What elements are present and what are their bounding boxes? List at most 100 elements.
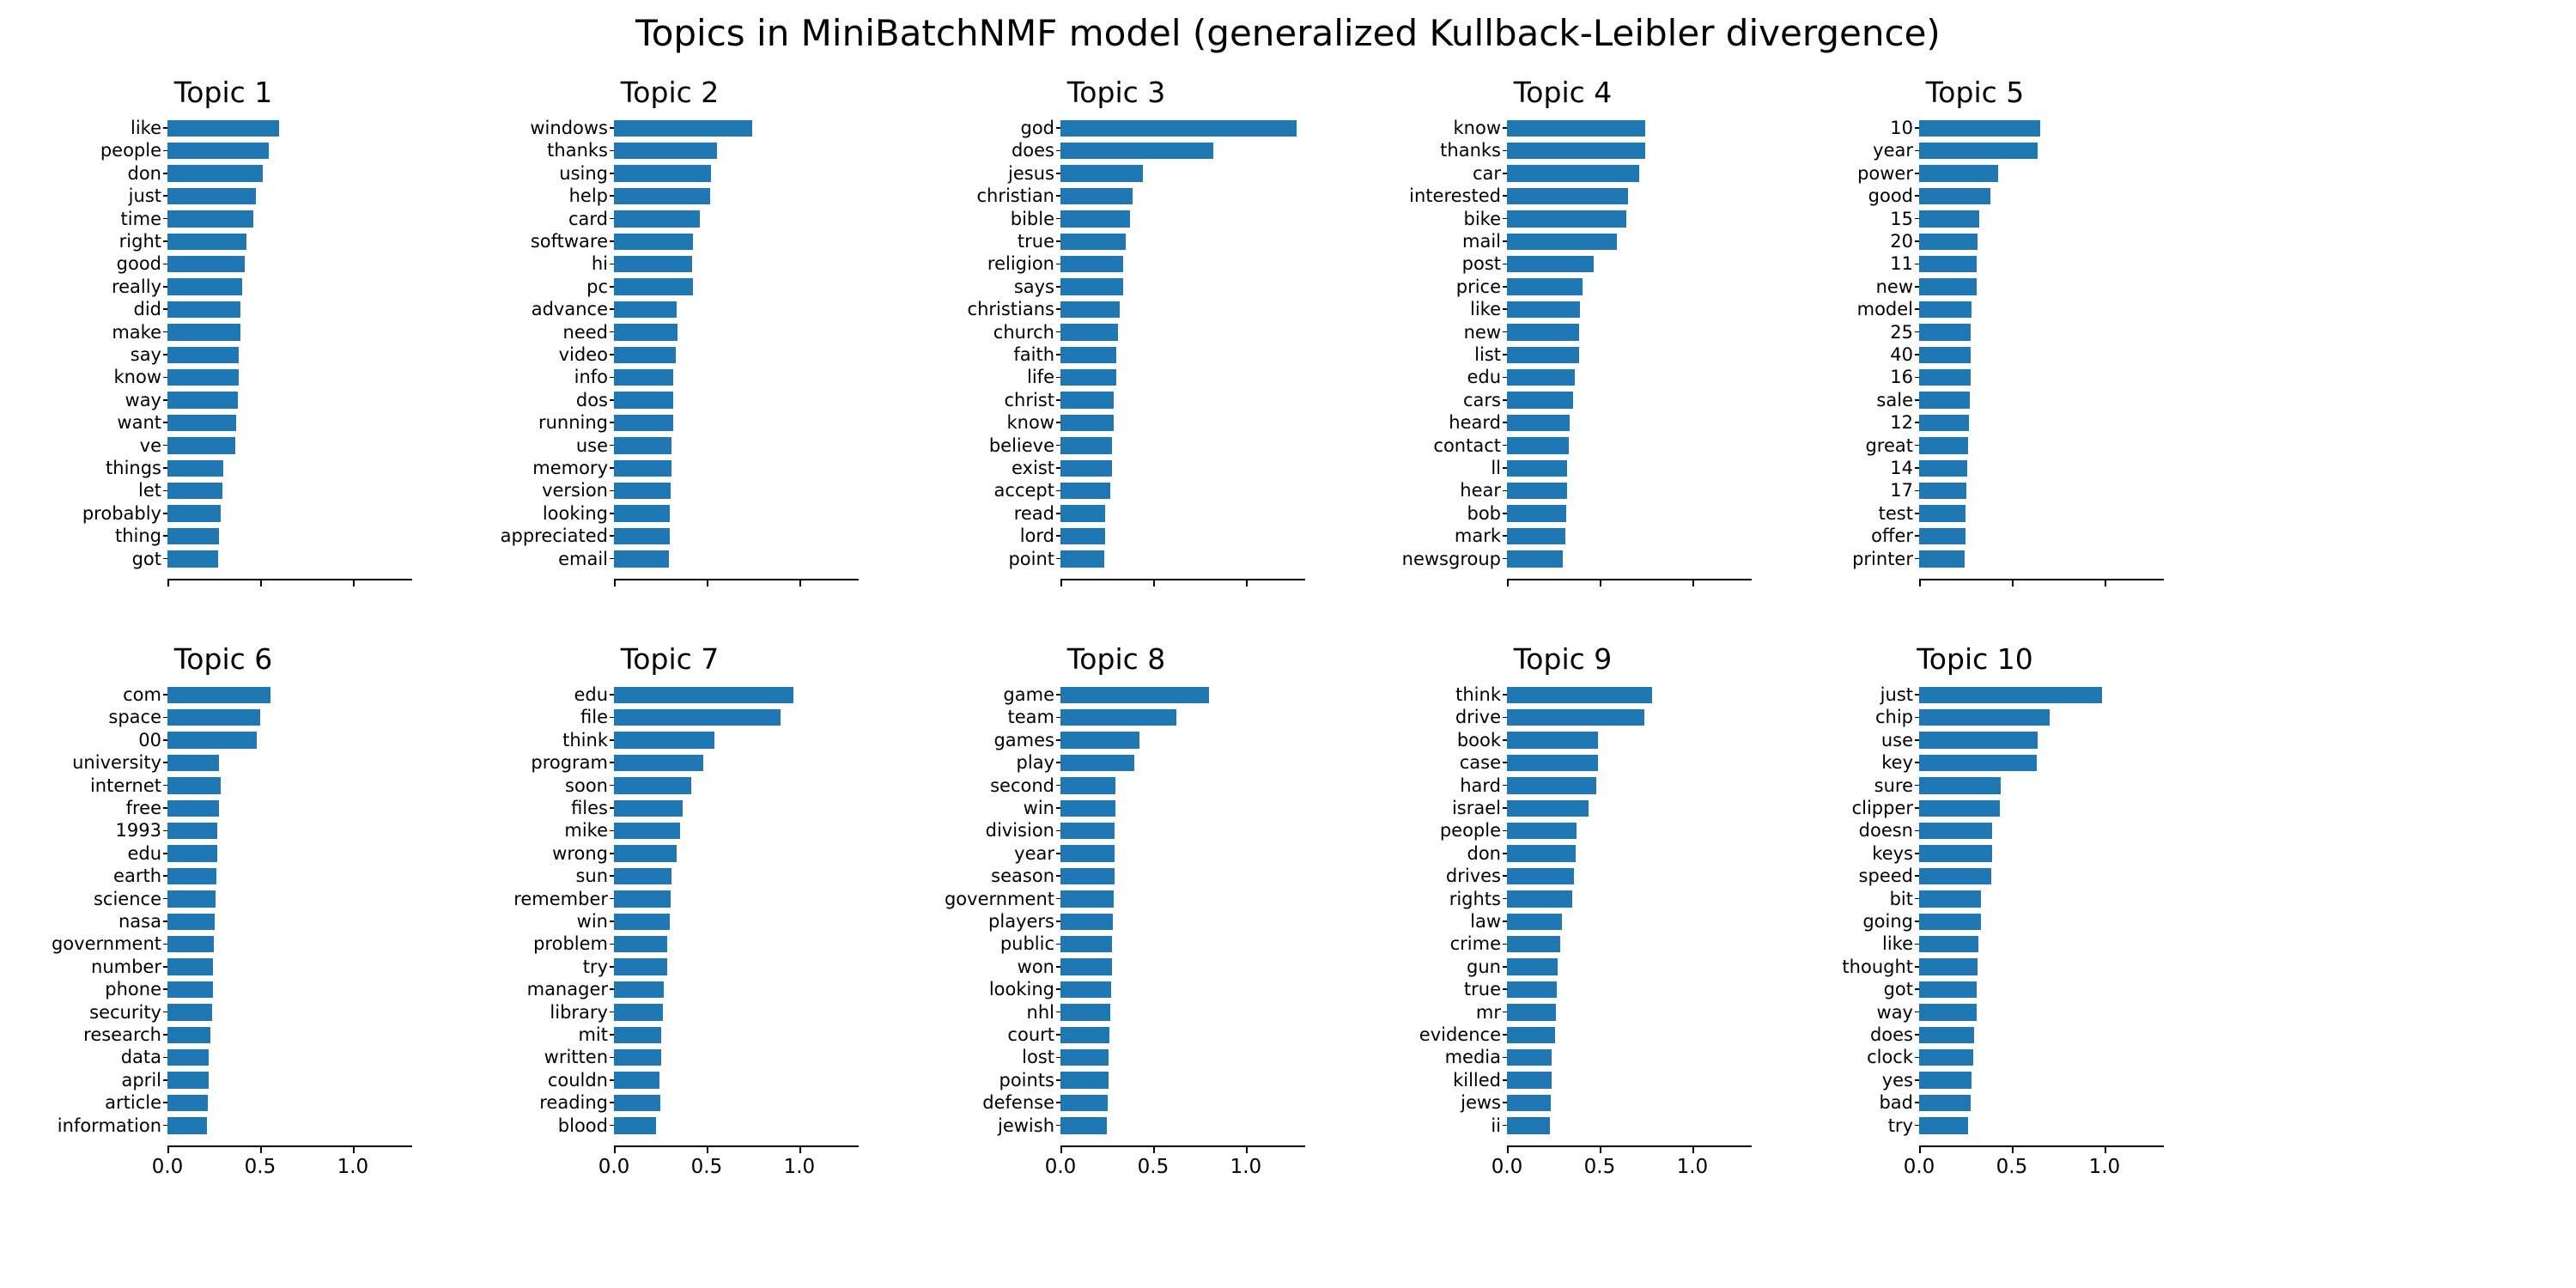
ytick-label: soon — [565, 775, 608, 796]
x-tick-mark — [1919, 1147, 1921, 1154]
bar-row: point — [1008, 548, 1305, 570]
ytick-label: appreciated — [500, 526, 608, 547]
bar-row: number — [91, 956, 412, 978]
bar-row: mail — [1462, 230, 1752, 252]
bar-row: lord — [1020, 525, 1305, 547]
bar-row: mit — [578, 1024, 859, 1046]
bar — [167, 913, 215, 931]
bar — [1060, 550, 1104, 568]
x-axis-line — [1507, 1145, 1752, 1148]
ytick-label: university — [72, 752, 161, 774]
bar-row: bike — [1464, 208, 1752, 230]
bar-row: list — [1474, 343, 1752, 366]
ytick-label: com — [123, 684, 161, 705]
ytick-label: drives — [1445, 866, 1501, 887]
bar-row: does — [1012, 139, 1305, 161]
ytick-label: newsgroup — [1401, 548, 1501, 569]
ytick-label: security — [89, 1001, 161, 1023]
ytick-label: things — [106, 458, 161, 478]
bar-row: free — [126, 797, 412, 819]
ytick-label: like — [1881, 933, 1913, 955]
bar-row: good — [117, 252, 412, 275]
bar-row: god — [1020, 117, 1305, 139]
ytick-label: test — [1878, 502, 1913, 524]
ytick-label: evidence — [1419, 1024, 1501, 1045]
ytick-label: bob — [1467, 502, 1501, 524]
ytick-label: government — [944, 888, 1054, 909]
bar-row: mr — [1476, 1001, 1752, 1024]
x-axis: 0.00.51.0 — [1507, 579, 1752, 587]
bar-row: accept — [994, 479, 1305, 501]
bar-row: believe — [989, 434, 1305, 457]
bar-row: internet — [90, 775, 412, 797]
x-tick-label: 1.0 — [337, 1156, 369, 1178]
bar — [1507, 1072, 1552, 1089]
bar — [1507, 187, 1629, 205]
bar — [1060, 346, 1117, 364]
bar — [1919, 845, 1992, 862]
bar-row: time — [121, 208, 412, 230]
bar-row: way — [125, 389, 412, 411]
x-tick-mark — [1060, 580, 1062, 587]
ytick-label: think — [1455, 684, 1501, 705]
x-tick-mark — [352, 1147, 355, 1154]
ytick-label: play — [1016, 752, 1054, 774]
ytick-label: manager — [526, 979, 608, 1000]
bar — [1060, 732, 1139, 749]
bar — [167, 1094, 209, 1112]
x-axis-line — [1060, 1145, 1305, 1148]
bar — [614, 392, 674, 409]
bar — [167, 414, 236, 432]
bar — [1060, 1072, 1109, 1089]
panel-title: Topic 10 — [1917, 642, 2033, 676]
ytick-label: space — [108, 707, 161, 728]
bar-row: ve — [140, 434, 412, 457]
ytick-label: 25 — [1890, 321, 1913, 343]
bar — [1919, 368, 1971, 386]
bar-row: thanks — [1440, 139, 1752, 161]
bar — [614, 981, 664, 999]
bar — [1507, 414, 1571, 432]
panel-title: Topic 2 — [620, 76, 720, 109]
bar — [1507, 165, 1640, 182]
bar — [614, 867, 671, 885]
bar-row: going — [1862, 910, 2164, 933]
bar-row: gun — [1467, 956, 1752, 978]
ytick-label: crime — [1449, 933, 1501, 955]
bar-row: use — [1881, 729, 2164, 751]
panel-axes: just chip use key sure clipper doesn keys speed b… — [1752, 683, 2198, 1178]
bar-row: clock — [1867, 1046, 2164, 1068]
x-tick-label: 1.0 — [1230, 1156, 1262, 1178]
x-tick-label: 0.0 — [1491, 1156, 1523, 1178]
topic-panel: Topic 5 10 year power good 15 20 11 new model 25 40… — [1752, 76, 2267, 642]
bar — [1507, 459, 1568, 477]
bars-container: windows thanks using help card software hi pc ad… — [501, 117, 859, 570]
x-tick-mark — [1152, 580, 1155, 587]
bar — [167, 482, 222, 500]
bar — [614, 686, 794, 704]
ytick-label: lost — [1022, 1047, 1054, 1068]
bar-row: don — [128, 162, 412, 185]
bar — [1919, 913, 1981, 931]
ytick-label: book — [1456, 729, 1501, 750]
ytick-label: running — [538, 412, 608, 434]
ytick-label: video — [558, 344, 608, 365]
bar — [1507, 1004, 1557, 1021]
ytick-label: government — [51, 933, 161, 955]
bar — [167, 437, 236, 454]
figure-title: Topics in MiniBatchNMF model (generalize… — [635, 12, 1941, 54]
panel-title: Topic 5 — [1925, 76, 2025, 109]
bar-row: think — [1455, 683, 1752, 706]
ytick-label: does — [1011, 140, 1054, 161]
x-tick-mark — [614, 1147, 616, 1154]
bar-row: law — [1470, 910, 1752, 933]
x-axis-line — [1507, 579, 1752, 581]
ytick-label: probably — [82, 502, 161, 524]
bar — [1507, 822, 1577, 840]
ytick-label: info — [574, 367, 608, 388]
x-tick-mark — [352, 580, 355, 587]
bar — [1919, 414, 1969, 432]
bar — [1507, 845, 1576, 862]
bar-row: program — [531, 751, 859, 774]
bar-row: christ — [1005, 389, 1305, 411]
